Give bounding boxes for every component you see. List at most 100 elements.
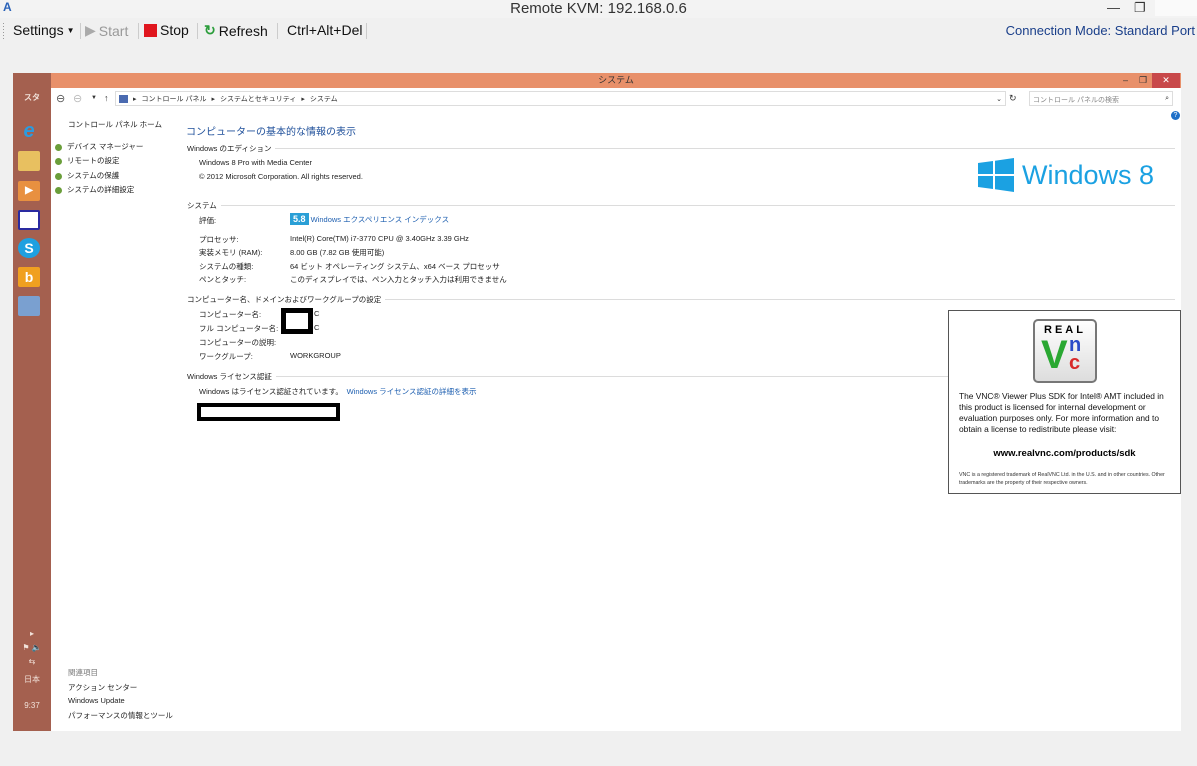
stop-button[interactable]: Stop bbox=[144, 22, 189, 38]
rating-score: 5.8 bbox=[290, 213, 309, 225]
start-label[interactable]: スタ bbox=[13, 92, 51, 103]
refresh-label: Refresh bbox=[218, 22, 268, 39]
taskbar: スタ e ▶ S b ▸ ⚑ 🔈 ⇆ 日本 9:37 bbox=[13, 73, 51, 731]
refresh-button[interactable]: ↻ Refresh bbox=[204, 22, 268, 39]
bing-icon[interactable]: b bbox=[18, 267, 40, 287]
info-label: システムの種類: bbox=[199, 262, 254, 271]
rating-label: 評価: bbox=[199, 216, 217, 225]
close-button[interactable] bbox=[1155, 0, 1197, 16]
network-icon[interactable]: ⇆ bbox=[13, 657, 51, 666]
settings-label: Settings bbox=[13, 22, 64, 38]
close-icon[interactable]: ✕ bbox=[1152, 73, 1180, 88]
license-link[interactable]: Windows ライセンス認証の詳細を表示 bbox=[347, 387, 477, 396]
license-status: Windows はライセンス認証されています。 Windows ライセンス認証の… bbox=[199, 387, 477, 396]
info-label: 実装メモリ (RAM): bbox=[199, 248, 263, 257]
breadcrumb-item[interactable]: システム bbox=[310, 94, 338, 104]
search-placeholder: コントロール パネルの検索 bbox=[1033, 97, 1119, 104]
refresh-icon[interactable]: ↻ bbox=[1009, 93, 1017, 104]
windows-8-logo: Windows 8 bbox=[978, 158, 1154, 192]
back-icon[interactable]: ⊖ bbox=[56, 92, 65, 105]
search-icon: ⌕ bbox=[1165, 95, 1169, 102]
chevron-down-icon[interactable]: ⌄ bbox=[996, 95, 1002, 103]
ctrl-alt-del-button[interactable]: Ctrl+Alt+Del bbox=[287, 22, 362, 38]
related-link[interactable]: パフォーマンスの情報とツール bbox=[68, 710, 173, 721]
section-header: システム bbox=[187, 200, 1175, 211]
flag-volume-icon[interactable]: ⚑ 🔈 bbox=[13, 643, 51, 652]
chevron-down-icon: ▼ bbox=[66, 25, 75, 35]
up-icon[interactable]: ↑ bbox=[104, 93, 109, 103]
related-link[interactable]: アクション センター bbox=[68, 682, 137, 693]
language-indicator[interactable]: 日本 bbox=[13, 674, 51, 685]
info-value: C bbox=[314, 323, 320, 332]
info-label: フル コンピューター名: bbox=[199, 324, 279, 333]
vnc-url[interactable]: www.realvnc.com/products/sdk bbox=[949, 448, 1180, 459]
info-label: プロセッサ: bbox=[199, 235, 239, 244]
info-value: 8.00 GB (7.82 GB 使用可能) bbox=[290, 248, 385, 257]
info-label: ワークグループ: bbox=[199, 352, 253, 361]
windows-logo-icon bbox=[978, 158, 1014, 192]
info-value: 64 ビット オペレーティング システム、x64 ベース プロセッサ bbox=[290, 262, 500, 271]
connection-mode: Connection Mode: Standard Port bbox=[1005, 23, 1195, 38]
page-title: コンピューターの基本的な情報の表示 bbox=[186, 127, 356, 138]
info-label: コンピューター名: bbox=[199, 310, 262, 319]
info-value: Intel(R) Core(TM) i7-3770 CPU @ 3.40GHz … bbox=[290, 234, 469, 243]
shield-icon bbox=[55, 157, 62, 165]
control-panel-icon bbox=[119, 94, 128, 103]
ie-icon[interactable]: e bbox=[18, 121, 40, 141]
minimize-button[interactable]: — bbox=[1107, 0, 1120, 15]
redaction-box bbox=[281, 308, 313, 334]
system-icon[interactable] bbox=[18, 296, 40, 316]
media-player-icon[interactable]: ▶ bbox=[18, 181, 40, 201]
breadcrumb-item[interactable]: コントロール パネル bbox=[142, 94, 207, 104]
info-value: C bbox=[314, 309, 320, 318]
related-link[interactable]: Windows Update bbox=[68, 696, 125, 705]
refresh-icon: ↻ bbox=[204, 22, 216, 38]
related-header: 関連項目 bbox=[68, 668, 98, 677]
edition-name: Windows 8 Pro with Media Center bbox=[199, 158, 312, 167]
forward-icon[interactable]: ⊖ bbox=[73, 92, 82, 105]
sidebar-item-advanced[interactable]: システムの詳細設定 bbox=[55, 184, 134, 195]
section-header: コンピューター名、ドメインおよびワークグループの設定 bbox=[187, 294, 1175, 305]
sidebar-item-protection[interactable]: システムの保護 bbox=[55, 170, 119, 181]
app-title-bar: A Remote KVM: 192.168.0.6 — ❐ bbox=[0, 0, 1197, 18]
settings-menu[interactable]: Settings ▼ bbox=[13, 22, 75, 38]
section-header: Windows のエディション bbox=[187, 143, 1175, 154]
info-label: コンピューターの説明: bbox=[199, 338, 277, 347]
window-title-bar: システム – ❐ ✕ bbox=[51, 73, 1181, 88]
app-title: Remote KVM: 192.168.0.6 bbox=[510, 0, 687, 17]
breadcrumb-item[interactable]: システムとセキュリティ bbox=[220, 94, 296, 104]
explorer-icon[interactable] bbox=[18, 151, 40, 171]
start-label: Start bbox=[98, 22, 129, 39]
skype-icon[interactable]: S bbox=[18, 238, 40, 258]
sidebar-home-link[interactable]: コントロール パネル ホーム bbox=[68, 119, 162, 130]
stop-label: Stop bbox=[160, 22, 189, 38]
media-center-icon[interactable] bbox=[18, 210, 40, 230]
breadcrumb[interactable]: ▸ コントロール パネル ▸ システムとセキュリティ ▸ システム ⌄ bbox=[115, 91, 1006, 106]
help-icon[interactable]: ? bbox=[1171, 111, 1180, 120]
minimize-icon[interactable]: – bbox=[1123, 73, 1128, 88]
shield-icon bbox=[55, 143, 62, 151]
restore-icon[interactable]: ❐ bbox=[1139, 73, 1147, 88]
ctrl-alt-del-label: Ctrl+Alt+Del bbox=[287, 22, 363, 38]
rating-link: Windows エクスペリエンス インデックス bbox=[310, 215, 450, 224]
chevron-right-icon[interactable]: ▸ bbox=[13, 629, 51, 638]
search-input[interactable]: コントロール パネルの検索 ⌕ bbox=[1029, 91, 1173, 106]
info-value: このディスプレイでは、ペン入力とタッチ入力は利用できません bbox=[290, 275, 507, 284]
vnc-footer: VNC is a registered trademark of RealVNC… bbox=[959, 472, 1165, 486]
info-label: ペンとタッチ: bbox=[199, 275, 247, 284]
shield-icon bbox=[55, 172, 62, 180]
clock[interactable]: 9:37 bbox=[13, 701, 51, 710]
vnc-notice-text: The VNC® Viewer Plus SDK for Intel® AMT … bbox=[959, 391, 1164, 434]
address-bar-area: ⊖ ⊖ ▼ ↑ ▸ コントロール パネル ▸ システムとセキュリティ ▸ システム ⌄… bbox=[51, 89, 1181, 120]
sidebar-item-remote[interactable]: リモートの設定 bbox=[55, 155, 120, 166]
copyright: © 2012 Microsoft Corporation. All rights… bbox=[199, 172, 363, 181]
vnc-license-notice: REAL V n c The VNC® Viewer Plus SDK for … bbox=[948, 310, 1181, 494]
maximize-button[interactable]: ❐ bbox=[1134, 0, 1146, 16]
sidebar-item-device-manager[interactable]: デバイス マネージャー bbox=[55, 141, 143, 152]
history-dropdown-icon[interactable]: ▼ bbox=[91, 95, 97, 101]
experience-index[interactable]: 5.8 Windows エクスペリエンス インデックス bbox=[290, 213, 450, 225]
start-button[interactable]: ▶ Start bbox=[85, 22, 128, 39]
shield-icon bbox=[55, 186, 62, 194]
realvnc-logo: REAL V n c bbox=[1033, 319, 1097, 383]
play-icon: ▶ bbox=[85, 22, 96, 38]
